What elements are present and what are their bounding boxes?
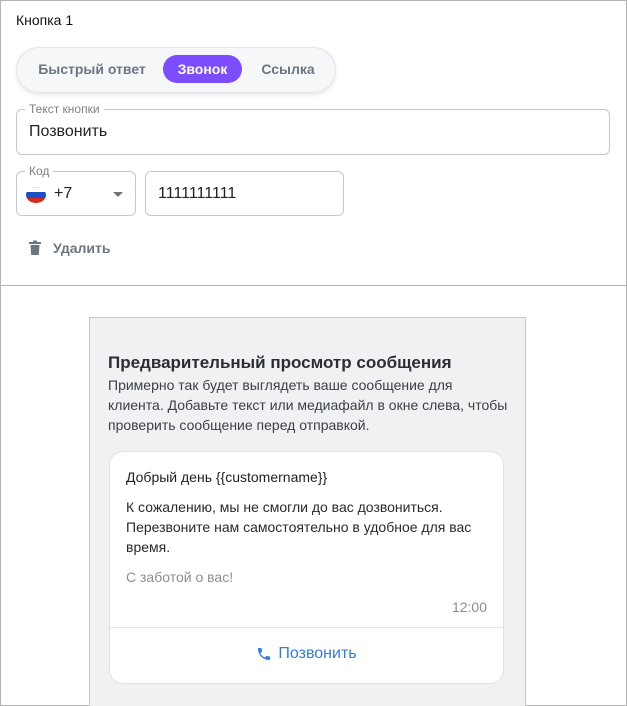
message-body: К сожалению, мы не смогли до вас дозвони… [126, 499, 472, 555]
country-code-value: +7 [54, 185, 73, 202]
button-text-label: Текст кнопки [25, 102, 104, 116]
russia-flag-icon [26, 187, 46, 203]
button-editor: Кнопка 1 Быстрый ответ Звонок Ссылка Тек… [1, 0, 626, 286]
call-action-label: Позвонить [278, 645, 357, 662]
trash-icon [29, 240, 41, 255]
message-greeting: Добрый день {{customername}} [126, 469, 328, 485]
country-code-label: Код [25, 164, 54, 178]
segment-link[interactable]: Ссылка [251, 55, 325, 83]
message-time: 12:00 [451, 599, 487, 615]
preview-description: Примерно так будет выглядеть ваше сообще… [108, 377, 508, 433]
delete-label: Удалить [53, 240, 111, 256]
call-action-button[interactable]: Позвонить [110, 642, 503, 666]
segment-quick-reply[interactable]: Быстрый ответ [30, 55, 154, 83]
segment-call[interactable]: Звонок [163, 55, 242, 83]
bubble-divider [110, 627, 503, 628]
country-code-select[interactable]: Код +7 [16, 164, 136, 216]
dropdown-arrow-icon[interactable] [113, 192, 123, 197]
message-preview-panel: Предварительный просмотр сообщения Приме… [89, 317, 526, 706]
button-type-switch: Быстрый ответ Звонок Ссылка [16, 47, 336, 93]
message-footer: С заботой о вас! [126, 569, 234, 585]
preview-title: Предварительный просмотр сообщения [108, 353, 452, 372]
button-text-field[interactable]: Текст кнопки Позвонить [16, 102, 610, 155]
button-title: Кнопка 1 [16, 12, 74, 28]
phone-icon [258, 648, 271, 660]
phone-number-value[interactable]: 1111111111 [158, 185, 236, 203]
phone-number-field[interactable]: 1111111111 [145, 171, 344, 216]
delete-button[interactable]: Удалить [28, 239, 110, 257]
button-text-value[interactable]: Позвонить [29, 123, 107, 141]
message-bubble: Добрый день {{customername}} К сожалению… [109, 451, 504, 684]
